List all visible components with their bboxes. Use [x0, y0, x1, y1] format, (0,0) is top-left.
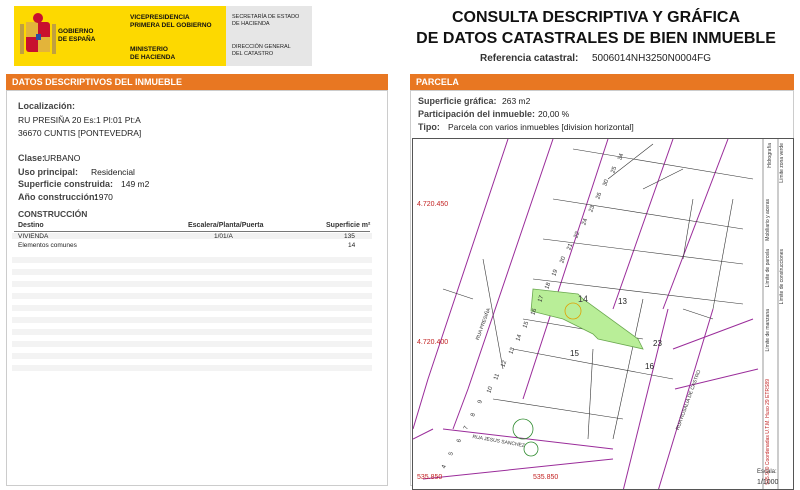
row1-destino: VIVIENDA [18, 233, 49, 240]
clase-label: Clase: [18, 153, 46, 163]
coord-y2: 4.720.400 [417, 339, 449, 346]
uso-label: Uso principal: [18, 167, 79, 177]
coord-x1: 535.850 [417, 474, 443, 481]
row2-destino: Elementos comunes [18, 242, 77, 249]
anio-label: Año construcción: [18, 192, 98, 202]
block-15: 15 [570, 349, 579, 358]
legend-zona-verde: Límite zona verde [779, 143, 785, 183]
min-line2: DE HACIENDA [130, 53, 176, 61]
ref-value: 5006014NH3250N0004FG [592, 53, 711, 64]
localizacion-line1: RU PRESIÑA 20 Es:1 Pl:01 Pt:A [18, 115, 141, 125]
vice-line2: PRIMERA DEL GOBIERNO [130, 21, 212, 29]
sec-line1: SECRETARÍA DE ESTADO [232, 14, 300, 20]
construccion-title: CONSTRUCCIÓN [18, 209, 88, 219]
localizacion-line2: 36670 CUNTIS [PONTEVEDRA] [18, 128, 142, 138]
coat-of-arms-icon [20, 13, 56, 54]
coord-x2: 535.850 [533, 474, 559, 481]
title-line2: DE DATOS CATASTRALES DE BIEN INMUEBLE [416, 30, 776, 47]
block-16: 16 [645, 362, 654, 371]
table-row-bg [12, 233, 372, 239]
legend-hidrografia: Hidrografía [767, 143, 773, 168]
gov-line1: GOBIERNO [58, 28, 94, 35]
block-23: 23 [653, 339, 662, 348]
superficie-label: Superficie construida: [18, 179, 114, 189]
tipo-label: Tipo: [418, 122, 440, 132]
legend-limite-construcciones: Límite de construcciones [779, 249, 785, 305]
tipo-value: Parcela con varios inmuebles [division h… [448, 122, 634, 132]
localizacion-label: Localización: [18, 101, 76, 111]
participacion-label: Participación del inmueble: [418, 109, 536, 119]
clase-value: URBANO [44, 153, 81, 163]
sup-grafica-label: Superficie gráfica: [418, 96, 497, 106]
anio-value: 1970 [94, 192, 113, 202]
row1-sup: 135 [344, 233, 355, 240]
dir-line1: DIRECCIÓN GENERAL [232, 44, 291, 50]
block-13: 13 [618, 297, 627, 306]
ref-label: Referencia catastral: [480, 53, 579, 64]
row2-sup: 14 [348, 242, 356, 249]
row1-epp: 1/01/A [214, 233, 233, 240]
table-empty-rows [12, 251, 372, 371]
legend-limite-manzana: Límite de manzana [765, 309, 771, 352]
uso-value: Residencial [91, 167, 135, 177]
col-destino: Destino [18, 222, 44, 229]
sup-grafica-value: 263 m2 [502, 96, 531, 106]
coord-y1: 4.720.450 [417, 201, 449, 208]
vice-line1: VICEPRESIDENCIA [130, 14, 190, 21]
parcel-number-14: 14 [578, 294, 589, 304]
title-line1: CONSULTA DESCRIPTIVA Y GRÁFICA [451, 9, 740, 26]
parcela-header: PARCELA [410, 74, 794, 90]
superficie-value: 149 m2 [121, 179, 150, 189]
table-divider [14, 231, 370, 232]
sec-line2: DE HACIENDA [232, 20, 270, 27]
hacienda-logo-part: SECRETARÍA DE ESTADO DE HACIENDA DIRECCI… [226, 6, 312, 66]
cadastral-map[interactable]: 14 13 15 16 23 4.720.450 4.720.400 535.8… [412, 138, 794, 490]
dir-line2: DEL CATASTRO [232, 50, 274, 57]
scale-value: 1/1000 [757, 479, 779, 486]
col-superficie: Superficie m² [326, 222, 371, 229]
datos-descriptivos-header: DATOS DESCRIPTIVOS DEL INMUEBLE [6, 74, 388, 90]
map-drawing [413, 139, 779, 489]
participacion-value: 20,00 % [538, 109, 570, 119]
legend-limite-parcela: Límite de parcela [765, 249, 771, 288]
legend-mobiliario: Mobiliario y aceras [765, 199, 771, 241]
scale-label: Escala: [757, 469, 777, 475]
gov-line2: DE ESPAÑA [58, 35, 96, 43]
col-escalera: Escalera/Planta/Puerta [188, 222, 264, 229]
page-title: CONSULTA DESCRIPTIVA Y GRÁFICA DE DATOS … [400, 7, 792, 49]
min-line1: MINISTERIO [130, 46, 168, 53]
